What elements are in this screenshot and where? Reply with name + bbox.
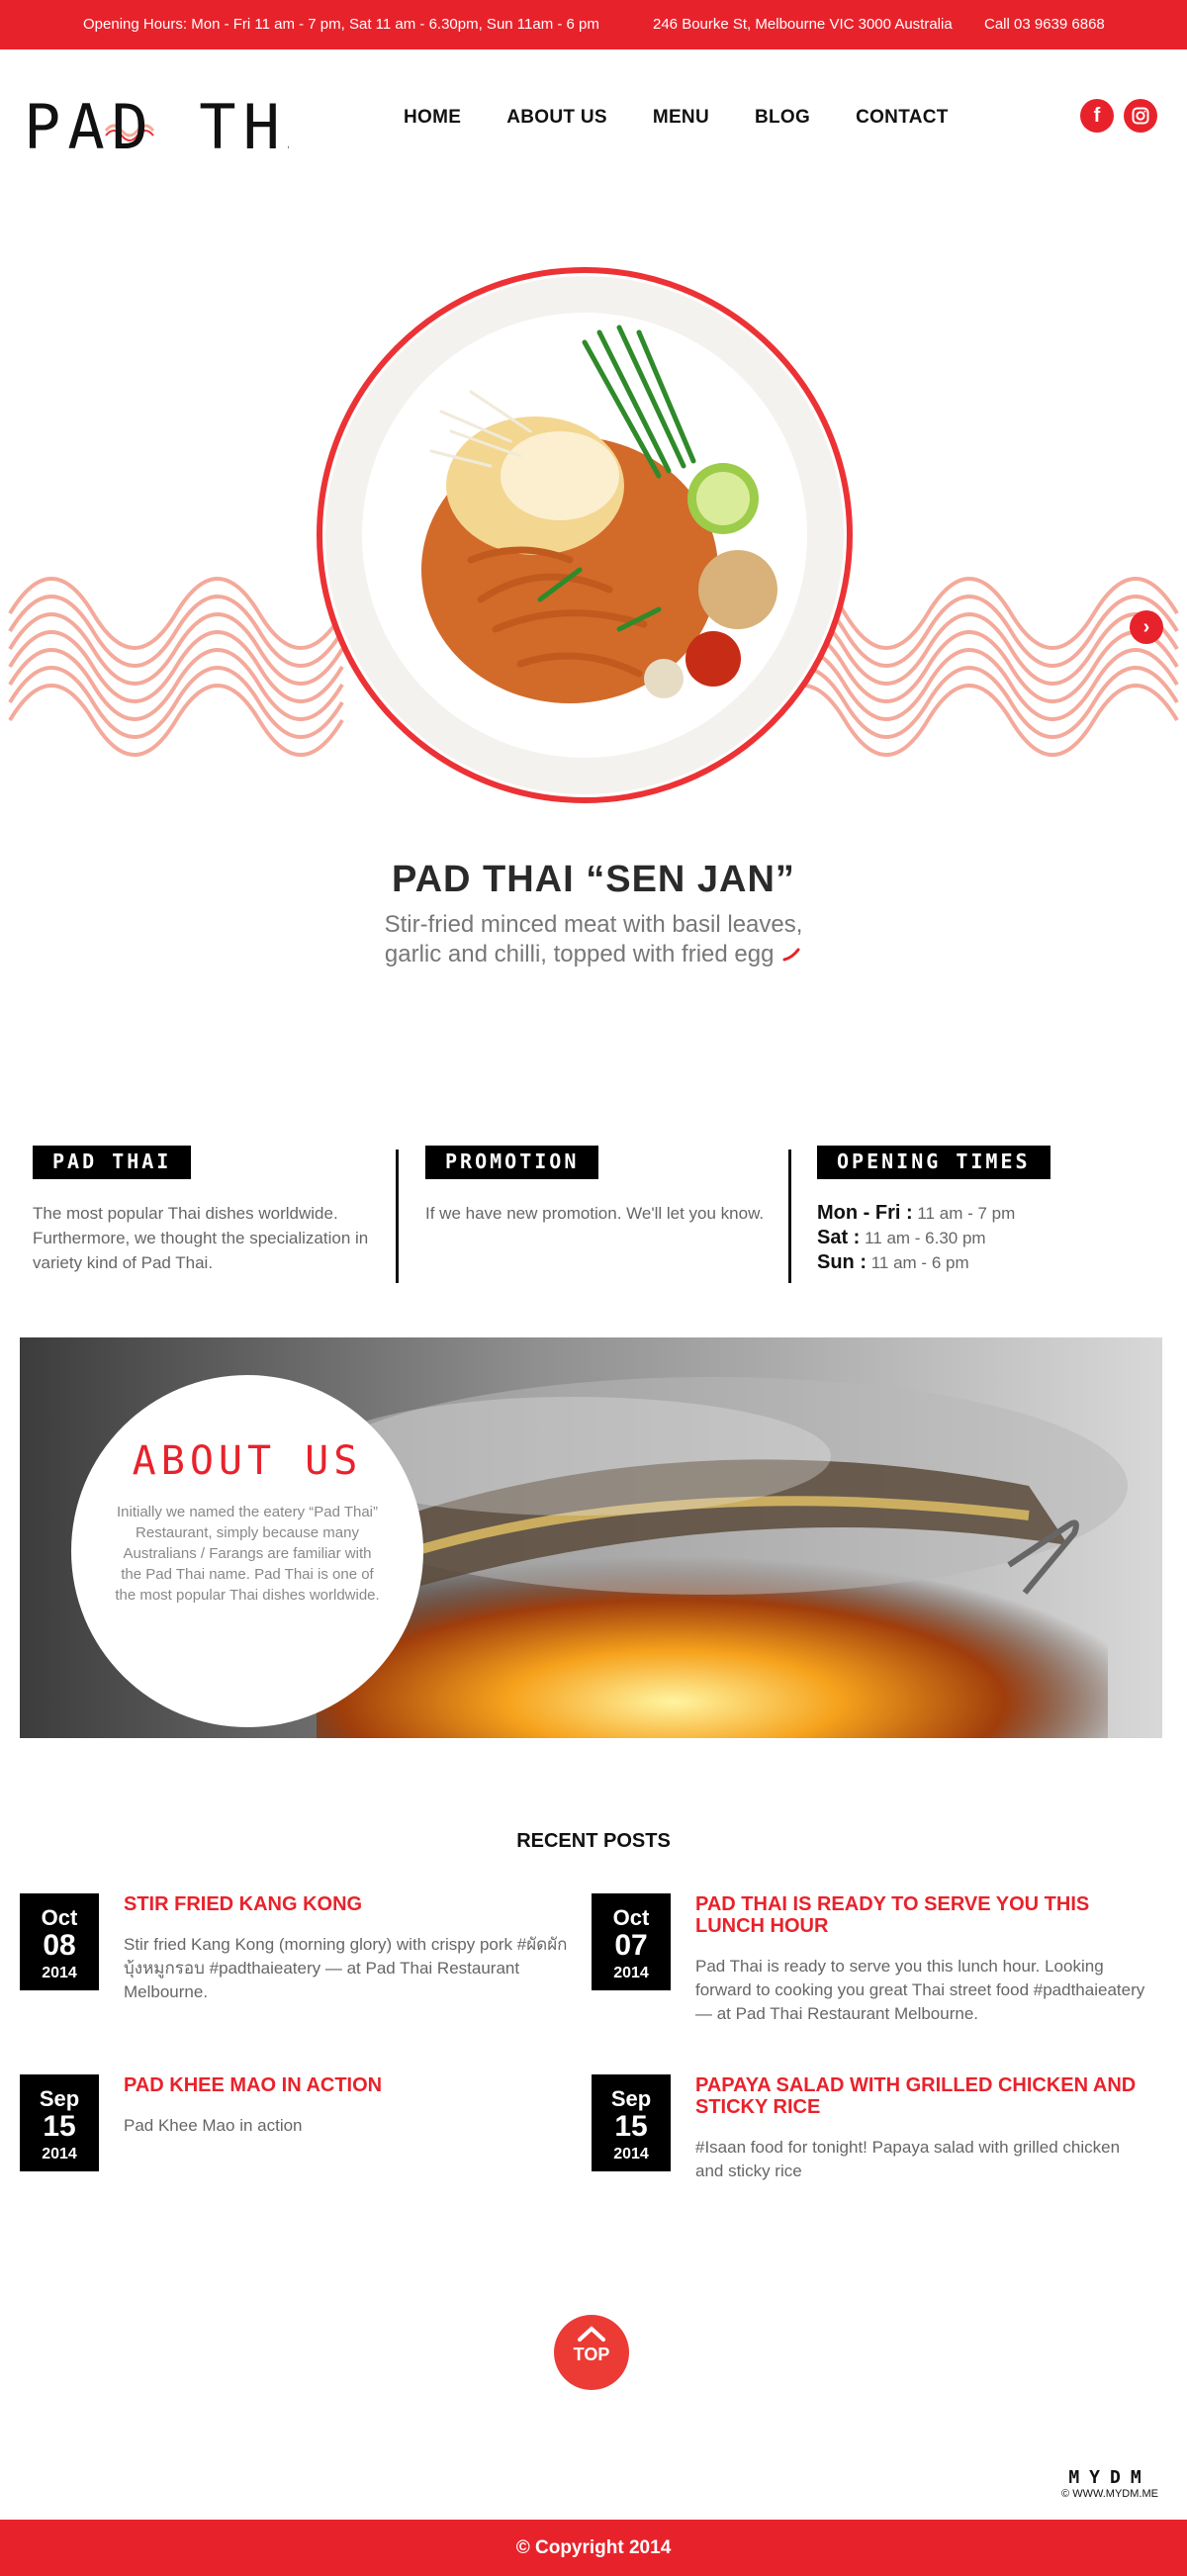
nav-about-us[interactable]: ABOUT US (506, 107, 607, 129)
opening-row: Sat : 11 am - 6.30 pm (817, 1227, 986, 1248)
back-to-top-button[interactable]: TOP (554, 2315, 629, 2390)
post-item[interactable]: Oct 08 2014 STIR FRIED KANG KONG Stir fr… (20, 1893, 574, 2004)
dish-title: PAD THAI “SEN JAN” (392, 859, 795, 900)
slider-next-button[interactable]: › (1130, 610, 1163, 644)
dish-description-line-1: Stir-fried minced meat with basil leaves… (384, 911, 803, 938)
post-title[interactable]: STIR FRIED KANG KONG (124, 1893, 574, 1915)
opening-row: Mon - Fri : 11 am - 7 pm (817, 1202, 1016, 1224)
chilli-icon (782, 948, 800, 962)
site-header: PAD THAI HOME ABOUT US MENU BLOG CONTACT… (0, 49, 1187, 188)
main-nav: HOME ABOUT US MENU BLOG CONTACT (404, 107, 994, 129)
post-excerpt: Pad Khee Mao in action (124, 2116, 303, 2135)
info-promotion: PROMOTION If we have new promotion. We'l… (425, 1146, 793, 1226)
opening-hours-text: Opening Hours: Mon - Fri 11 am - 7 pm, S… (83, 16, 599, 33)
logo-text: PAD THAI (24, 91, 289, 163)
post-item[interactable]: Sep 15 2014 PAPAYA SALAD WITH GRILLED CH… (592, 2074, 1145, 2183)
facebook-icon[interactable]: f (1080, 99, 1114, 133)
about-title: ABOUT US (132, 1438, 363, 1484)
back-to-top-label: TOP (573, 2345, 610, 2364)
copyright-text: © Copyright 2014 (515, 2537, 672, 2558)
info-pad-thai: PAD THAI The most popular Thai dishes wo… (33, 1146, 401, 1275)
post-item[interactable]: Oct 07 2014 PAD THAI IS READY TO SERVE Y… (592, 1893, 1145, 2026)
address-text: 246 Bourke St, Melbourne VIC 3000 Austra… (653, 16, 953, 33)
designer-credit[interactable]: MYDM © WWW.MYDM.ME (1050, 2467, 1169, 2500)
opening-times-list: Mon - Fri : 11 am - 7 pm Sat : 11 am - 6… (817, 1201, 1185, 1275)
about-section: ABOUT US Initially we named the eatery “… (20, 1337, 1162, 1738)
nav-contact[interactable]: CONTACT (856, 107, 949, 129)
promotion-tag: PROMOTION (425, 1146, 599, 1179)
about-text: Initially we named the eatery “Pad Thai”… (115, 1504, 380, 1604)
post-title[interactable]: PAPAYA SALAD WITH GRILLED CHICKEN AND ST… (695, 2074, 1145, 2118)
footer: © Copyright 2014 (0, 2520, 1187, 2576)
nav-menu[interactable]: MENU (653, 107, 709, 129)
post-date: Oct 08 2014 (20, 1893, 99, 1990)
info-opening-times: OPENING TIMES Mon - Fri : 11 am - 7 pm S… (817, 1146, 1185, 1275)
pad-thai-text: The most popular Thai dishes worldwide. … (33, 1204, 369, 1272)
post-date: Sep 15 2014 (20, 2074, 99, 2171)
recent-posts-title: RECENT POSTS (516, 1830, 671, 1852)
pad-thai-logo[interactable]: PAD THAI (22, 79, 289, 168)
post-title[interactable]: PAD KHEE MAO IN ACTION (124, 2074, 574, 2096)
chevron-up-icon (578, 2326, 605, 2342)
opening-times-tag: OPENING TIMES (817, 1146, 1050, 1179)
post-excerpt: #Isaan food for tonight! Papaya salad wi… (695, 2138, 1121, 2180)
pad-thai-dish-image (317, 267, 853, 803)
post-excerpt: Stir fried Kang Kong (morning glory) wit… (124, 1935, 568, 2001)
post-item[interactable]: Sep 15 2014 PAD KHEE MAO IN ACTION Pad K… (20, 2074, 574, 2171)
column-divider (788, 1150, 791, 1283)
post-excerpt: Pad Thai is ready to serve you this lunc… (695, 1957, 1145, 2023)
nav-home[interactable]: HOME (404, 107, 461, 129)
opening-row: Sun : 11 am - 6 pm (817, 1251, 969, 1273)
top-info-bar: Opening Hours: Mon - Fri 11 am - 7 pm, S… (0, 0, 1187, 49)
dish-description: Stir-fried minced meat with basil leaves… (0, 910, 1187, 969)
post-date: Sep 15 2014 (592, 2074, 671, 2171)
nav-blog[interactable]: BLOG (755, 107, 810, 129)
dish-description-line-2: garlic and chilli, topped with fried egg (0, 940, 1187, 969)
pad-thai-tag: PAD THAI (33, 1146, 192, 1179)
column-divider (396, 1150, 399, 1283)
hero-slider: › (0, 188, 1187, 831)
post-title[interactable]: PAD THAI IS READY TO SERVE YOU THIS LUNC… (695, 1893, 1145, 1937)
designer-brand: MYDM (1068, 2467, 1151, 2488)
promotion-text: If we have new promotion. We'll let you … (425, 1204, 765, 1223)
about-circle: ABOUT US Initially we named the eatery “… (71, 1375, 423, 1727)
instagram-icon[interactable] (1124, 99, 1157, 133)
post-date: Oct 07 2014 (592, 1893, 671, 1990)
phone-link[interactable]: Call 03 9639 6868 (984, 16, 1105, 33)
designer-url: © WWW.MYDM.ME (1061, 2488, 1158, 2500)
